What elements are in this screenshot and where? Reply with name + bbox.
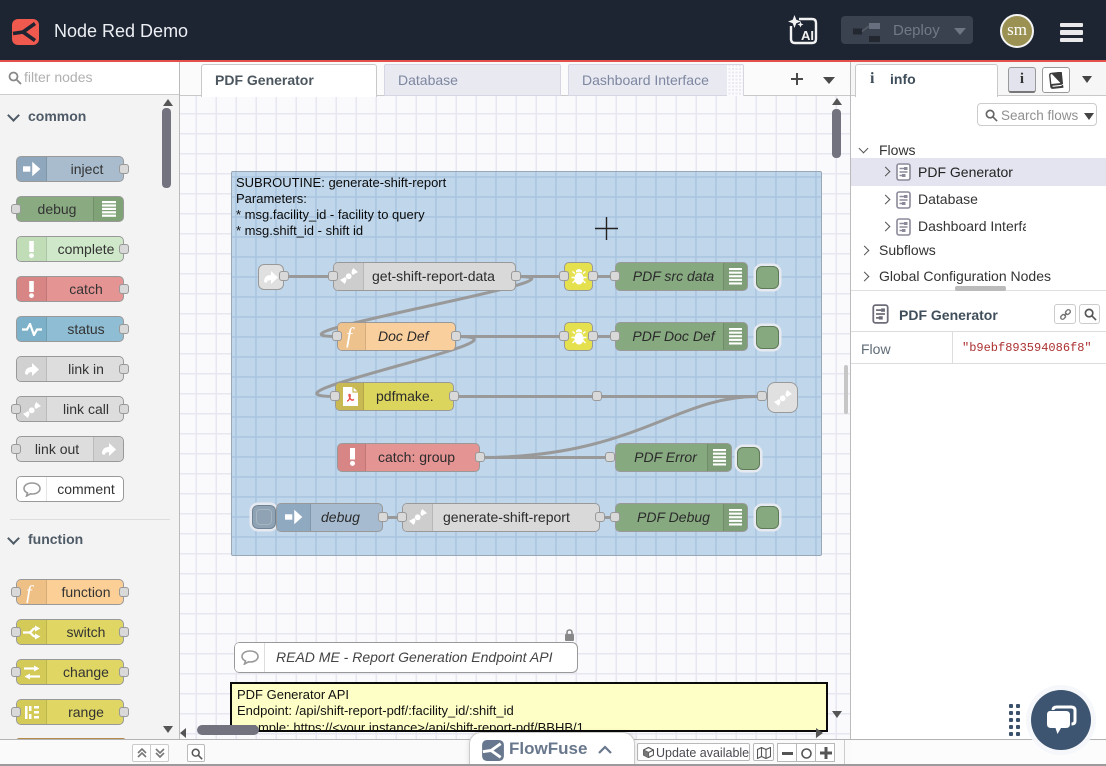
svg-text:f: f	[346, 324, 355, 348]
svg-text:AI: AI	[801, 28, 814, 43]
